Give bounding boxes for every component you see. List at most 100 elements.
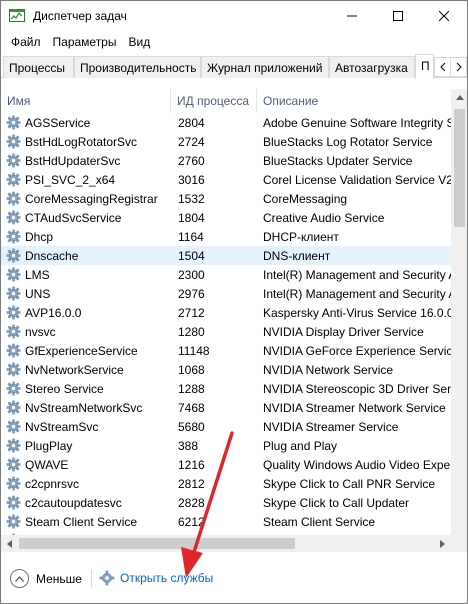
table-row[interactable]: CoreMessagingRegistrar 1532 CoreMessaging bbox=[1, 189, 451, 208]
service-description: BlueStacks Log Rotator Service bbox=[263, 135, 433, 149]
tab-processes[interactable]: Процессы bbox=[3, 56, 74, 78]
vertical-scroll-thumb[interactable] bbox=[454, 109, 465, 227]
menu-file[interactable]: Файл bbox=[5, 31, 47, 53]
service-description: Kaspersky Anti-Virus Service 16.0.0 bbox=[263, 306, 453, 320]
menu-options[interactable]: Параметры bbox=[47, 31, 123, 53]
table-row[interactable]: PlugPlay 388 Plug and Play bbox=[1, 436, 451, 455]
table-row[interactable]: BstHdUpdaterSvc 2760 BlueStacks Updater Se… bbox=[1, 151, 451, 170]
gear-icon bbox=[6, 476, 21, 491]
gear-icon bbox=[6, 457, 21, 472]
service-name: nvsvc bbox=[25, 325, 56, 339]
close-button[interactable] bbox=[421, 1, 467, 31]
tab-scroll-right-button[interactable] bbox=[450, 57, 467, 77]
service-pid: 3016 bbox=[178, 173, 205, 187]
horizontal-scrollbar[interactable] bbox=[1, 535, 451, 552]
service-pid: 2812 bbox=[178, 477, 205, 491]
table-row[interactable]: nvsvc 1280 NVIDIA Display Driver Service bbox=[1, 322, 451, 341]
maximize-button[interactable] bbox=[375, 1, 421, 31]
service-description: Quality Windows Audio Video Exper bbox=[263, 458, 453, 472]
table-row[interactable]: Stereo Service 1288 NVIDIA Stereoscopic 3D… bbox=[1, 379, 453, 398]
scroll-up-icon bbox=[455, 95, 464, 100]
service-name: NvStreamSvc bbox=[25, 420, 99, 434]
scroll-right-icon bbox=[440, 539, 445, 548]
service-description: NVIDIA Display Driver Service bbox=[263, 325, 424, 339]
scroll-corner bbox=[451, 535, 467, 552]
table-row[interactable]: AVP16.0.0 2712 Kaspersky Anti-Virus Servic… bbox=[1, 303, 453, 322]
gear-icon bbox=[6, 381, 21, 396]
column-header-description[interactable]: Описание bbox=[257, 89, 451, 113]
service-pid: 1532 bbox=[178, 192, 205, 206]
table-row[interactable]: LMS 2300 Intel(R) Management and Security … bbox=[1, 265, 453, 284]
tab-scroll-left-button[interactable] bbox=[434, 57, 451, 77]
tab-bar: Процессы Производительность Журнал прило… bbox=[1, 54, 467, 79]
service-pid: 7468 bbox=[178, 401, 205, 415]
tab-startup[interactable]: Автозагрузка bbox=[329, 56, 415, 78]
service-name: UNS bbox=[25, 287, 51, 301]
gear-icon bbox=[6, 324, 21, 339]
service-pid: 2828 bbox=[178, 496, 205, 510]
table-row[interactable]: Dhcp 1164 DHCP-клиент bbox=[1, 227, 451, 246]
service-description: NVIDIA Streamer Service bbox=[263, 420, 399, 434]
table-row[interactable]: NvStreamSvc 5680 NVIDIA Streamer Service bbox=[1, 417, 451, 436]
tab-app-history[interactable]: Журнал приложений bbox=[201, 56, 329, 78]
service-pid: 2300 bbox=[178, 268, 205, 282]
service-name: BstHdUpdaterSvc bbox=[25, 154, 121, 168]
service-name: AGSService bbox=[25, 116, 91, 130]
scroll-up-button[interactable] bbox=[451, 89, 467, 106]
table-row[interactable]: NvNetworkService 1068 NVIDIA Network Servi… bbox=[1, 360, 451, 379]
table-row[interactable]: PSI_SVC_2_x64 3016 Corel License Validatio… bbox=[1, 170, 453, 189]
service-pid: 2712 bbox=[178, 306, 205, 320]
service-pid: 1068 bbox=[178, 363, 205, 377]
service-name: Steam Client Service bbox=[25, 515, 138, 529]
service-pid: 6212 bbox=[178, 515, 205, 529]
open-services-link[interactable]: Открыть службы bbox=[99, 570, 213, 586]
service-description: Intel(R) Management and Security A bbox=[263, 287, 453, 301]
table-row[interactable]: c2cautoupdatesvc 2828 Skype Click to Call … bbox=[1, 493, 451, 512]
service-description: Adobe Genuine Software Integrity Se bbox=[263, 116, 453, 130]
service-description: Intel(R) Management and Security A bbox=[263, 268, 453, 282]
column-header-pid[interactable]: ИД процесса bbox=[171, 89, 257, 113]
table-row[interactable]: QWAVE 1216 Quality Windows Audio Video Exp… bbox=[1, 455, 453, 474]
table-row[interactable]: c2cpnrsvc 2812 Skype Click to Call PNR Ser… bbox=[1, 474, 451, 493]
service-pid: 2760 bbox=[178, 154, 205, 168]
table-row[interactable]: UNS 2976 Intel(R) Management and Security … bbox=[1, 284, 453, 303]
service-name: BstHdLogRotatorSvc bbox=[25, 135, 138, 149]
title-bar: Диспетчер задач bbox=[1, 1, 467, 31]
service-name: Stereo Service bbox=[25, 382, 104, 396]
service-description: DHCP-клиент bbox=[263, 230, 339, 244]
service-description: NVIDIA Streamer Network Service bbox=[263, 401, 446, 415]
service-pid: 2976 bbox=[178, 287, 205, 301]
scroll-left-icon bbox=[7, 539, 12, 548]
service-pid: 1504 bbox=[178, 249, 205, 263]
vertical-scrollbar[interactable] bbox=[451, 89, 467, 535]
table-row[interactable]: AGSService 2804 Adobe Genuine Software Int… bbox=[1, 113, 453, 132]
menu-view[interactable]: Вид bbox=[122, 31, 156, 53]
table-row[interactable]: CTAudSvcService 1804 Creative Audio Servic… bbox=[1, 208, 451, 227]
table-row[interactable]: BstHdLogRotatorSvc 2724 BlueStacks Log Rot… bbox=[1, 132, 451, 151]
service-pid: 1804 bbox=[178, 211, 205, 225]
tab-services[interactable]: П bbox=[415, 54, 434, 79]
minimize-button[interactable] bbox=[329, 1, 375, 31]
tab-performance[interactable]: Производительность bbox=[74, 56, 201, 78]
gear-icon bbox=[6, 286, 21, 301]
table-row[interactable]: GfExperienceService 11148 NVIDIA GeForce E… bbox=[1, 341, 453, 360]
gear-icon bbox=[6, 248, 21, 263]
footer-divider bbox=[91, 570, 92, 588]
chevron-up-icon bbox=[10, 569, 29, 588]
service-pid: 1280 bbox=[178, 325, 205, 339]
table-row[interactable]: NvStreamNetworkSvc 7468 NVIDIA Streamer Ne… bbox=[1, 398, 451, 417]
service-pid: 1288 bbox=[178, 382, 205, 396]
gear-icon bbox=[6, 210, 21, 225]
service-description: Skype Click to Call PNR Service bbox=[263, 477, 436, 491]
table-row[interactable]: Dnscache 1504 DNS-клиент bbox=[1, 246, 451, 265]
service-description: Steam Client Service bbox=[263, 515, 376, 529]
gear-icon bbox=[6, 305, 21, 320]
fewer-details-button[interactable]: Меньше bbox=[10, 569, 82, 588]
gear-icon bbox=[6, 229, 21, 244]
services-table: Имя ИД процесса Описание AGSService 2804 A… bbox=[1, 89, 467, 552]
scroll-right-button[interactable] bbox=[434, 535, 451, 552]
table-row[interactable]: Steam Client Service 6212 Steam Client Ser… bbox=[1, 512, 451, 531]
horizontal-scroll-thumb[interactable] bbox=[19, 538, 295, 549]
column-header-name[interactable]: Имя bbox=[1, 89, 171, 113]
scroll-left-button[interactable] bbox=[1, 535, 18, 552]
